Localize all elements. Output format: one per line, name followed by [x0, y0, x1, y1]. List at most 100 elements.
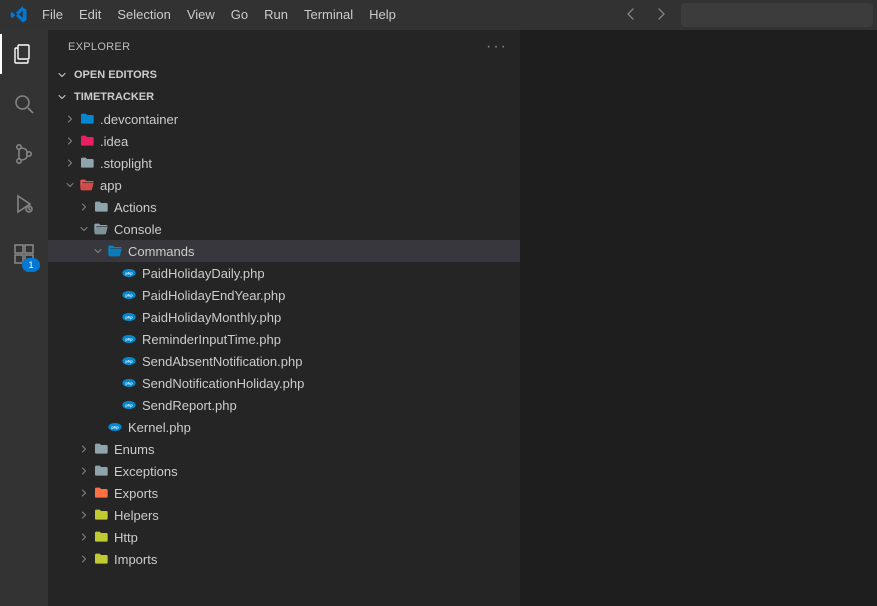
tree-item-label: SendNotificationHoliday.php [142, 376, 304, 391]
file-paidholidaydaily-php[interactable]: php PaidHolidayDaily.php [48, 262, 520, 284]
folder--devcontainer[interactable]: .devcontainer [48, 108, 520, 130]
chevron-right-icon[interactable] [76, 441, 92, 457]
svg-text:php: php [111, 424, 119, 429]
php-file-icon: php [120, 330, 138, 348]
tree-item-label: .devcontainer [100, 112, 178, 127]
tree-item-label: SendAbsentNotification.php [142, 354, 302, 369]
folder--stoplight[interactable]: .stoplight [48, 152, 520, 174]
chevron-placeholder [104, 375, 120, 391]
file-paidholidayendyear-php[interactable]: phpPaidHolidayEndYear.php [48, 284, 520, 306]
chevron-right-icon[interactable] [76, 199, 92, 215]
menu-item-selection[interactable]: Selection [109, 0, 178, 30]
menu-item-file[interactable]: File [34, 0, 71, 30]
tree-item-label: Enums [114, 442, 154, 457]
folder-icon [78, 132, 96, 150]
explorer-title: EXPLORER [68, 41, 130, 53]
command-center-search[interactable] [681, 3, 873, 27]
menu-item-terminal[interactable]: Terminal [296, 0, 361, 30]
chevron-right-icon[interactable] [62, 111, 78, 127]
chevron-right-icon[interactable] [62, 133, 78, 149]
menu-item-go[interactable]: Go [223, 0, 256, 30]
file-paidholidaymonthly-php[interactable]: phpPaidHolidayMonthly.php [48, 306, 520, 328]
explorer-panel: EXPLORER ··· OPEN EDITORS TIMETRACKER .d… [48, 30, 520, 606]
folder-commands[interactable]: Commands [48, 240, 520, 262]
folder-icon [78, 110, 96, 128]
folder-icon [92, 506, 110, 524]
folder-icon [92, 440, 110, 458]
folder-exports[interactable]: Exports [48, 482, 520, 504]
tree-item-label: PaidHolidayDaily.php [142, 266, 265, 281]
php-file-icon: php [120, 352, 138, 370]
tree-item-label: Http [114, 530, 138, 545]
file-reminderinputtime-php[interactable]: php ReminderInputTime.php [48, 328, 520, 350]
folder-icon [92, 462, 110, 480]
folder-icon [92, 528, 110, 546]
file-sendreport-php[interactable]: php SendReport.php [48, 394, 520, 416]
php-file-icon: php [120, 264, 138, 282]
folder-icon [78, 176, 96, 194]
php-file-icon: php [106, 418, 124, 436]
editor-area [520, 30, 877, 606]
folder-console[interactable]: Console [48, 218, 520, 240]
chevron-placeholder [104, 287, 120, 303]
chevron-down-icon[interactable] [90, 243, 106, 259]
activity-search-icon[interactable] [0, 88, 48, 120]
chevron-right-icon[interactable] [76, 529, 92, 545]
chevron-right-icon[interactable] [76, 485, 92, 501]
menu-item-help[interactable]: Help [361, 0, 404, 30]
folder-exceptions[interactable]: Exceptions [48, 460, 520, 482]
tree-item-label: ReminderInputTime.php [142, 332, 281, 347]
menu-item-edit[interactable]: Edit [71, 0, 109, 30]
folder-icon [92, 198, 110, 216]
php-file-icon: php [120, 374, 138, 392]
php-file-icon: php [120, 286, 138, 304]
activity-explorer-icon[interactable] [0, 38, 48, 70]
file-kernel-php[interactable]: php Kernel.php [48, 416, 520, 438]
folder-http[interactable]: Http [48, 526, 520, 548]
project-section[interactable]: TIMETRACKER [48, 86, 520, 108]
menu-item-view[interactable]: View [179, 0, 223, 30]
file-sendabsentnotification-php[interactable]: php SendAbsentNotification.php [48, 350, 520, 372]
svg-text:php: php [125, 314, 133, 319]
open-editors-label: OPEN EDITORS [74, 69, 157, 81]
nav-forward-icon[interactable] [653, 6, 669, 25]
activity-source-control-icon[interactable] [0, 138, 48, 170]
chevron-placeholder [104, 353, 120, 369]
tree-item-label: Kernel.php [128, 420, 191, 435]
svg-text:php: php [125, 270, 133, 275]
activity-run-debug-icon[interactable] [0, 188, 48, 220]
folder--idea[interactable]: .idea [48, 130, 520, 152]
chevron-placeholder [90, 419, 106, 435]
php-file-icon: php [120, 396, 138, 414]
project-label: TIMETRACKER [74, 91, 154, 103]
tree-item-label: .idea [100, 134, 128, 149]
svg-text:php: php [125, 292, 133, 297]
menu-item-run[interactable]: Run [256, 0, 296, 30]
folder-enums[interactable]: Enums [48, 438, 520, 460]
chevron-right-icon[interactable] [76, 507, 92, 523]
svg-text:php: php [125, 380, 133, 385]
explorer-header: EXPLORER ··· [48, 30, 520, 64]
chevron-right-icon[interactable] [76, 463, 92, 479]
nav-back-icon[interactable] [623, 6, 639, 25]
activity-bar: 1 [0, 30, 48, 606]
file-sendnotificationholiday-php[interactable]: php SendNotificationHoliday.php [48, 372, 520, 394]
nav-buttons [623, 6, 669, 25]
folder-actions[interactable]: Actions [48, 196, 520, 218]
chevron-right-icon[interactable] [76, 551, 92, 567]
tree-item-label: Commands [128, 244, 194, 259]
folder-app[interactable]: app [48, 174, 520, 196]
activity-extensions-icon[interactable]: 1 [0, 238, 48, 270]
folder-icon [92, 484, 110, 502]
explorer-more-icon[interactable]: ··· [486, 38, 508, 56]
chevron-right-icon[interactable] [62, 155, 78, 171]
chevron-placeholder [104, 397, 120, 413]
folder-helpers[interactable]: Helpers [48, 504, 520, 526]
chevron-down-icon[interactable] [62, 177, 78, 193]
tree-item-label: Actions [114, 200, 157, 215]
folder-imports[interactable]: Imports [48, 548, 520, 570]
chevron-placeholder [104, 265, 120, 281]
tree-item-label: SendReport.php [142, 398, 237, 413]
chevron-down-icon[interactable] [76, 221, 92, 237]
open-editors-section[interactable]: OPEN EDITORS [48, 64, 520, 86]
